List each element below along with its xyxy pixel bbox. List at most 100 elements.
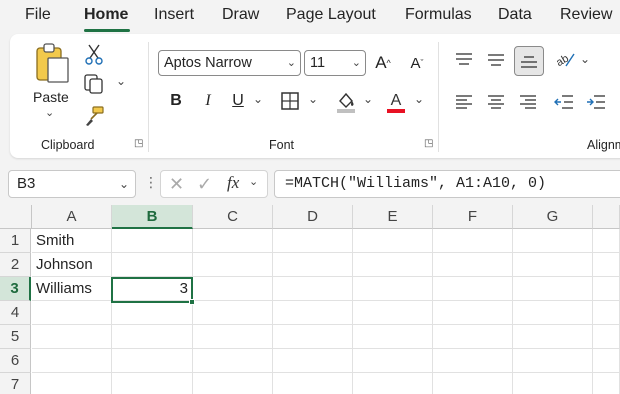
cell-b4[interactable]: [112, 301, 193, 325]
tab-home[interactable]: Home: [84, 6, 128, 24]
tab-formulas[interactable]: Formulas: [405, 6, 472, 24]
cell-e5[interactable]: [353, 325, 433, 349]
borders-icon[interactable]: [278, 89, 302, 113]
paste-label[interactable]: Paste: [33, 89, 69, 105]
cell-g5[interactable]: [513, 325, 593, 349]
cell-g2[interactable]: [513, 253, 593, 277]
column-header-d[interactable]: D: [273, 205, 353, 229]
cell-a1[interactable]: Smith: [32, 229, 112, 253]
row-header-6[interactable]: 6: [0, 349, 31, 373]
format-painter-button[interactable]: [82, 104, 106, 128]
cell-d3[interactable]: [273, 277, 353, 301]
cell-e1[interactable]: [353, 229, 433, 253]
cell-d5[interactable]: [273, 325, 353, 349]
borders-chevron-down-icon[interactable]: ⌄: [308, 92, 318, 106]
cell-h5[interactable]: [593, 325, 620, 349]
cell-d7[interactable]: [273, 373, 353, 394]
cell-h1[interactable]: [593, 229, 620, 253]
increase-indent-icon[interactable]: [584, 90, 608, 114]
cell-e6[interactable]: [353, 349, 433, 373]
cell-e3[interactable]: [353, 277, 433, 301]
cell-c7[interactable]: [193, 373, 273, 394]
underline-chevron-down-icon[interactable]: ⌄: [253, 92, 263, 106]
align-right-icon[interactable]: [516, 90, 540, 114]
font-name-dropdown[interactable]: Aptos Narrow ⌄: [158, 50, 301, 76]
select-all-corner[interactable]: [0, 205, 32, 229]
decrease-font-size-icon[interactable]: Aˇ: [404, 50, 430, 76]
italic-icon[interactable]: I: [196, 88, 220, 114]
formula-input[interactable]: =MATCH("Williams", A1:A10, 0): [274, 170, 620, 198]
row-header-4[interactable]: 4: [0, 301, 31, 325]
cell-h3[interactable]: [593, 277, 620, 301]
cancel-icon[interactable]: ✕: [169, 174, 184, 195]
enter-check-icon[interactable]: ✓: [197, 174, 212, 195]
align-center-icon[interactable]: [484, 90, 508, 114]
align-left-icon[interactable]: [452, 90, 476, 114]
cell-g3[interactable]: [513, 277, 593, 301]
fill-color-icon[interactable]: [334, 88, 358, 116]
decrease-indent-icon[interactable]: [552, 90, 576, 114]
tab-insert[interactable]: Insert: [154, 6, 194, 24]
tab-page-layout[interactable]: Page Layout: [286, 6, 376, 24]
copy-chevron-down-icon[interactable]: ⌄: [116, 74, 126, 88]
cell-h7[interactable]: [593, 373, 620, 394]
paste-chevron-down-icon[interactable]: ⌄: [45, 106, 54, 119]
cell-a4[interactable]: [32, 301, 112, 325]
cell-c5[interactable]: [193, 325, 273, 349]
cell-f3[interactable]: [433, 277, 513, 301]
cell-b1[interactable]: [112, 229, 193, 253]
more-options-icon[interactable]: ⋮: [144, 175, 158, 189]
cell-c6[interactable]: [193, 349, 273, 373]
chevron-down-icon[interactable]: ⌄: [119, 171, 129, 197]
tab-review[interactable]: Review: [560, 6, 612, 24]
cell-f2[interactable]: [433, 253, 513, 277]
cell-c1[interactable]: [193, 229, 273, 253]
cell-b7[interactable]: [112, 373, 193, 394]
cell-b5[interactable]: [112, 325, 193, 349]
fill-handle[interactable]: [189, 299, 195, 305]
align-middle-icon[interactable]: [484, 48, 508, 72]
cell-d6[interactable]: [273, 349, 353, 373]
cell-g7[interactable]: [513, 373, 593, 394]
cell-e4[interactable]: [353, 301, 433, 325]
paste-button[interactable]: [34, 42, 72, 86]
row-header-5[interactable]: 5: [0, 325, 31, 349]
cell-a2[interactable]: Johnson: [32, 253, 112, 277]
column-header-e[interactable]: E: [353, 205, 433, 229]
cell-d1[interactable]: [273, 229, 353, 253]
cell-g1[interactable]: [513, 229, 593, 253]
cell-c3[interactable]: [193, 277, 273, 301]
align-top-icon[interactable]: [452, 48, 476, 72]
cell-e7[interactable]: [353, 373, 433, 394]
cell-h6[interactable]: [593, 349, 620, 373]
bold-icon[interactable]: B: [164, 88, 188, 114]
orientation-chevron-down-icon[interactable]: ⌄: [580, 52, 590, 66]
cell-h2[interactable]: [593, 253, 620, 277]
row-header-2[interactable]: 2: [0, 253, 31, 277]
cell-a5[interactable]: [32, 325, 112, 349]
cell-g6[interactable]: [513, 349, 593, 373]
cell-a3[interactable]: Williams: [32, 277, 112, 301]
cell-b2[interactable]: [112, 253, 193, 277]
column-header-f[interactable]: F: [433, 205, 513, 229]
increase-font-size-icon[interactable]: A ^: [370, 50, 396, 76]
column-header-a[interactable]: A: [32, 205, 112, 229]
row-header-1[interactable]: 1: [0, 229, 31, 253]
cell-d4[interactable]: [273, 301, 353, 325]
cell-a7[interactable]: [32, 373, 112, 394]
row-header-7[interactable]: 7: [0, 373, 31, 394]
column-header-b[interactable]: B: [112, 205, 193, 229]
cell-f1[interactable]: [433, 229, 513, 253]
cell-c4[interactable]: [193, 301, 273, 325]
align-bottom-icon[interactable]: [514, 46, 544, 76]
column-header-c[interactable]: C: [193, 205, 273, 229]
insert-function-icon[interactable]: fx: [227, 173, 239, 193]
cell-c2[interactable]: [193, 253, 273, 277]
tab-file[interactable]: File: [25, 6, 51, 24]
cell-h4[interactable]: [593, 301, 620, 325]
cell-f4[interactable]: [433, 301, 513, 325]
cell-d2[interactable]: [273, 253, 353, 277]
cell-f7[interactable]: [433, 373, 513, 394]
font-color-icon[interactable]: A: [384, 88, 408, 116]
tab-draw[interactable]: Draw: [222, 6, 259, 24]
